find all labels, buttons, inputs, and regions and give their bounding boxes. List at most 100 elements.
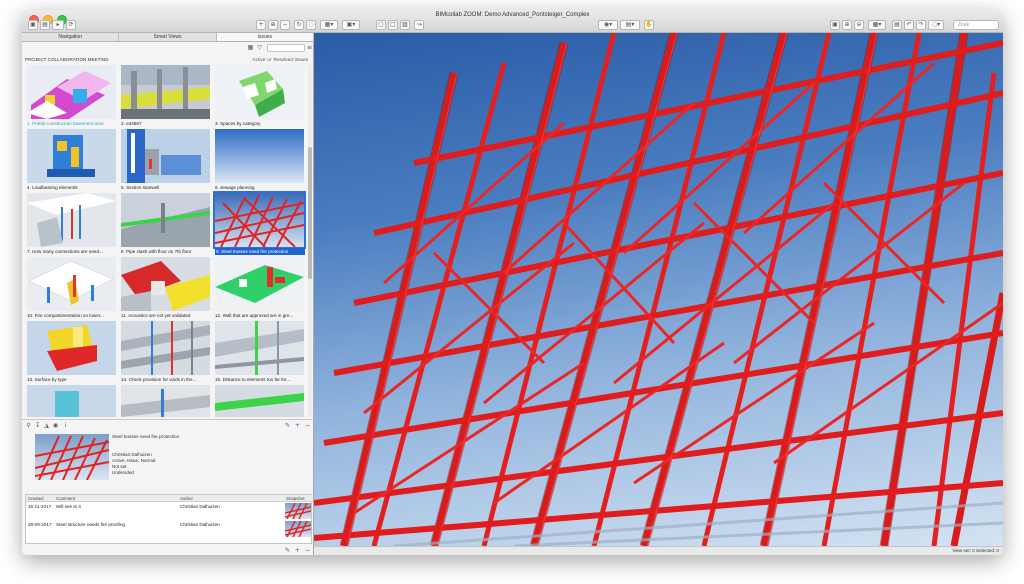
open-file-icon[interactable]: ▣: [28, 20, 38, 30]
issue-tile[interactable]: 12. Wall that are approved are in gre...: [214, 257, 306, 320]
view-plan-icon[interactable]: □: [388, 20, 398, 30]
issue-thumbnail[interactable]: [215, 321, 304, 375]
properties-icon[interactable]: ▤: [892, 20, 902, 30]
comment-snapshot[interactable]: [285, 521, 311, 537]
issue-tile[interactable]: 2. e34567: [120, 65, 212, 128]
camera-icon[interactable]: ▣▾: [342, 20, 360, 30]
issue-thumbnail[interactable]: [215, 257, 304, 311]
issues-sidebar: Navigation Smart Views Issues ▦ ▽ ≡ PROJ…: [22, 33, 314, 555]
info-icon[interactable]: i: [62, 422, 69, 429]
view-icon[interactable]: ◉: [52, 422, 59, 429]
view-2d-icon[interactable]: ▢: [376, 20, 386, 30]
tab-issues[interactable]: Issues: [216, 33, 314, 41]
undo-icon[interactable]: ↶: [904, 20, 914, 30]
export-icon[interactable]: ↧: [34, 422, 41, 429]
issue-thumbnail[interactable]: [213, 191, 306, 249]
issue-thumbnail[interactable]: [27, 321, 116, 375]
zoom-selection-icon[interactable]: ⊕: [842, 20, 852, 30]
zoom-to-issue-icon[interactable]: ⚲: [25, 422, 32, 429]
issue-tile[interactable]: 7. How many connections are need...: [26, 193, 118, 256]
comment-icon[interactable]: ◮: [43, 422, 50, 429]
redo-icon[interactable]: ↷: [916, 20, 926, 30]
comment-author: Christian Dalhuizen: [180, 522, 220, 527]
selection-mode-icon[interactable]: ▸: [52, 20, 64, 30]
section-box-icon[interactable]: ▦▾: [320, 20, 338, 30]
issue-tile[interactable]: 15. Distance to elements too far for...: [214, 321, 306, 384]
remove-comment-icon[interactable]: −: [304, 547, 311, 554]
view-3d-icon[interactable]: ▨: [400, 20, 410, 30]
issue-title: 12. Wall that are approved are in gre...: [215, 313, 294, 318]
zoom-window-icon[interactable]: ⊖: [854, 20, 864, 30]
orbit-icon[interactable]: ◌: [306, 20, 316, 30]
issue-tile[interactable]: 8. Pipe clash with floor on 7th floor: [120, 193, 212, 256]
issue-tile[interactable]: 3. Spaces by category: [214, 65, 306, 128]
issue-thumbnail[interactable]: [27, 385, 116, 417]
issue-thumbnail[interactable]: [121, 257, 210, 311]
issue-thumbnail[interactable]: [215, 385, 304, 417]
issue-thumbnail[interactable]: [121, 65, 210, 119]
comment-snapshot[interactable]: [285, 503, 311, 519]
scrollbar-thumb[interactable]: [308, 147, 312, 279]
issue-filter-input[interactable]: [267, 44, 305, 52]
issue-thumbnail[interactable]: [121, 193, 210, 247]
issue-thumbnail[interactable]: [27, 65, 116, 119]
search-input[interactable]: Zoek: [953, 20, 999, 30]
sidebar-tabs: Navigation Smart Views Issues: [22, 33, 314, 42]
fit-view-icon[interactable]: ▣: [830, 20, 840, 30]
issue-tile[interactable]: 4. Loadbearing elements: [26, 129, 118, 192]
save-icon[interactable]: ▤: [40, 20, 50, 30]
history-icon[interactable]: ◌▾: [928, 20, 944, 30]
comment-text: Steel structure needs fire proofing: [56, 522, 125, 527]
issue-thumbnail[interactable]: [121, 321, 210, 375]
remove-issue-icon[interactable]: −: [304, 422, 311, 429]
edit-icon[interactable]: ✎: [284, 422, 291, 429]
filter-icon[interactable]: ▽: [256, 44, 263, 51]
sync-icon[interactable]: ⟳: [66, 20, 76, 30]
issue-tile[interactable]: 13. Surface by type: [26, 321, 118, 384]
app-window: BIMcollab ZOOM: Demo Advanced_Pontsteige…: [22, 10, 1003, 555]
layers-icon[interactable]: ▤▾: [620, 20, 640, 30]
hand-pan-icon[interactable]: ✋: [644, 20, 654, 30]
issue-thumbnail[interactable]: [27, 257, 116, 311]
issue-tile[interactable]: 6. sewage planning: [214, 129, 306, 192]
column-header-author[interactable]: Author: [178, 495, 284, 502]
issue-group-title: PROJECT COLLABORATION MEETING: [25, 57, 109, 62]
column-header-comment[interactable]: Comment: [54, 495, 178, 502]
issue-grid-scrollbar[interactable]: [308, 65, 312, 417]
issue-thumbnail[interactable]: [215, 129, 304, 183]
zoom-in-icon[interactable]: +: [256, 20, 266, 30]
add-comment-icon[interactable]: +: [294, 547, 301, 554]
issue-thumbnail[interactable]: [27, 193, 116, 247]
issue-tile[interactable]: 11. Acoustics are not yet validated: [120, 257, 212, 320]
3d-viewport[interactable]: [314, 33, 1003, 546]
column-header-snapshot[interactable]: Snapshot: [284, 495, 313, 502]
issue-filter-note: 'Active' or 'Resolved' issues: [251, 57, 308, 62]
measure-icon[interactable]: ↝: [414, 20, 424, 30]
zoom-out-icon[interactable]: −: [280, 20, 290, 30]
rotate-icon[interactable]: ↻: [294, 20, 304, 30]
issue-tile[interactable]: 5. Section stairwell: [120, 129, 212, 192]
add-issue-icon[interactable]: +: [294, 422, 301, 429]
issue-tile[interactable]: 1. Prefab construction basement area: [26, 65, 118, 128]
column-header-created[interactable]: Created: [26, 495, 54, 502]
issue-tile-partial[interactable]: [214, 385, 306, 417]
issue-tile[interactable]: 14. Check provision for voids in the...: [120, 321, 212, 384]
visibility-icon[interactable]: ◉▾: [598, 20, 618, 30]
issue-thumbnail[interactable]: [121, 385, 210, 417]
grid-view-icon[interactable]: ▦: [247, 44, 254, 51]
tab-navigation[interactable]: Navigation: [22, 33, 120, 41]
issue-thumbnail[interactable]: [121, 129, 210, 183]
issue-thumbnail[interactable]: [215, 65, 304, 119]
issue-tile[interactable]: 10. Fire compartimentation on lower...: [26, 257, 118, 320]
menu-icon[interactable]: ≡: [306, 44, 313, 51]
issue-tile-partial[interactable]: [120, 385, 212, 417]
issue-thumbnail[interactable]: [27, 129, 116, 183]
issue-detail-due: Not set: [112, 464, 127, 469]
issue-tile[interactable]: 9. Steel trusses need fire protection: [213, 191, 306, 256]
issue-tile-partial[interactable]: [26, 385, 118, 417]
edit-comment-icon[interactable]: ✎: [284, 547, 291, 554]
clipping-icon[interactable]: ▦▾: [868, 20, 886, 30]
zoom-fit-icon[interactable]: ⊕: [268, 20, 278, 30]
issue-detail-thumbnail[interactable]: [35, 434, 109, 480]
tab-smart-views[interactable]: Smart Views: [119, 33, 217, 41]
